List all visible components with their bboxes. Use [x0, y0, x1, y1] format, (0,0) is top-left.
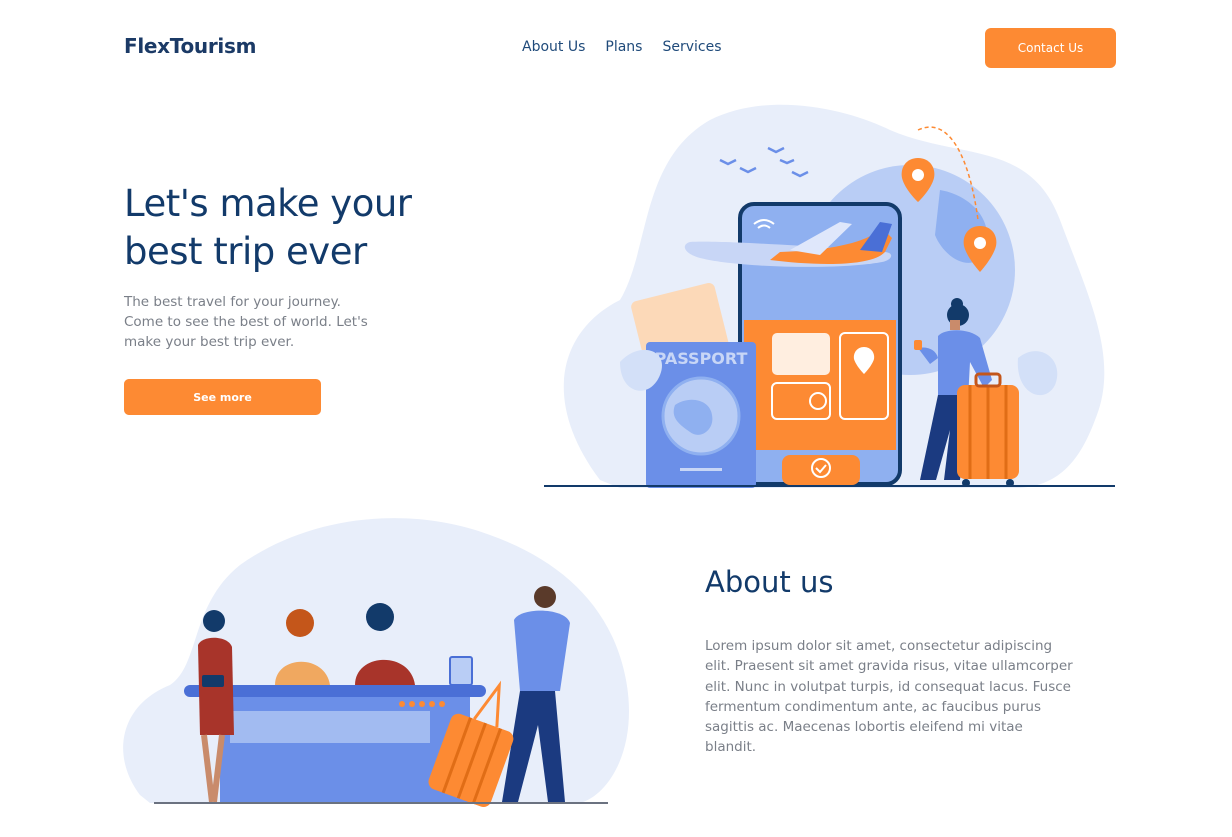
passport-label: PASSPORT — [655, 349, 748, 368]
about-title: About us — [705, 565, 834, 599]
about-illustration — [123, 518, 629, 807]
nav-about-us[interactable]: About Us — [522, 39, 585, 55]
hero-title-line-1: Let's make your — [124, 182, 412, 225]
main-nav: About Us Plans Services — [522, 39, 722, 55]
contact-us-button[interactable]: Contact Us — [985, 28, 1116, 68]
nav-plans[interactable]: Plans — [605, 39, 642, 55]
suitcase-illustration — [957, 372, 1019, 487]
see-more-button[interactable]: See more — [124, 379, 321, 415]
ground-line — [544, 485, 1115, 487]
about-description: Lorem ipsum dolor sit amet, consectetur … — [705, 638, 1073, 756]
site-logo[interactable]: FlexTourism — [124, 34, 256, 58]
ground-line — [154, 802, 608, 804]
hero-title: Let's make your best trip ever — [124, 180, 412, 276]
hero-title-line-2: best trip ever — [124, 230, 367, 273]
hero-illustration: PASSPORT — [544, 104, 1115, 488]
hero-description: The best travel for your journey. Come t… — [124, 294, 368, 350]
nav-services[interactable]: Services — [662, 39, 721, 55]
